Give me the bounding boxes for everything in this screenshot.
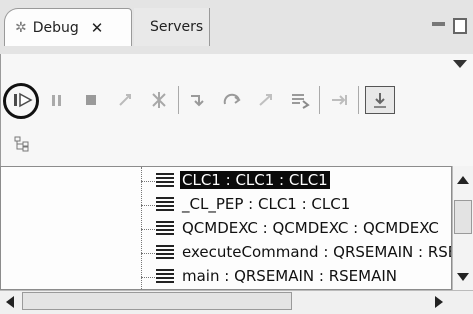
use-step-filters-button[interactable] xyxy=(326,87,352,113)
debug-stack-tree[interactable]: CLC1 : CLC1 : CLC1 _CL_PEP : CLC1 : CLC1… xyxy=(0,166,452,290)
minimize-icon[interactable] xyxy=(432,22,445,26)
terminate-button[interactable] xyxy=(78,87,104,113)
toolbar-separator xyxy=(178,86,179,114)
step-over-icon xyxy=(223,93,241,105)
scroll-down-arrow-icon[interactable] xyxy=(457,273,469,281)
debug-toolbar xyxy=(10,80,403,120)
tree-guide-line xyxy=(141,277,155,278)
stack-frame-label: executeCommand : QRSEMAIN : RSEMA xyxy=(182,243,452,261)
view-menu-chevron-down-icon[interactable] xyxy=(453,60,467,68)
scroll-right-arrow-icon[interactable] xyxy=(435,296,443,308)
step-into-button[interactable] xyxy=(185,87,211,113)
show-tree-icon[interactable] xyxy=(14,136,30,156)
tab-servers-label: Servers xyxy=(150,19,204,35)
suspend-icon xyxy=(52,95,61,106)
disconnect-button[interactable] xyxy=(112,87,138,113)
step-return-button[interactable] xyxy=(253,87,279,113)
terminate-icon xyxy=(86,95,96,105)
tree-guide-line xyxy=(141,253,155,254)
stack-frame-icon xyxy=(156,221,174,235)
stack-frame-row[interactable]: main : QRSEMAIN : RSEMAIN xyxy=(156,265,399,287)
step-filters-icon xyxy=(332,95,347,105)
tab-debug-label: Debug xyxy=(32,19,79,36)
stack-frame-row[interactable]: executeCommand : QRSEMAIN : RSEMA xyxy=(156,241,452,263)
stack-frame-label: _CL_PEP : CLC1 : CLC1 xyxy=(182,195,351,213)
toolbar-separator xyxy=(358,86,359,114)
tab-servers[interactable]: Servers xyxy=(134,8,210,46)
stack-frame-icon xyxy=(156,197,174,211)
stack-frame-row[interactable]: _CL_PEP : CLC1 : CLC1 xyxy=(156,193,352,215)
drop-to-frame-icon xyxy=(292,94,310,109)
suspend-button[interactable] xyxy=(44,87,70,113)
stack-frame-label: main : QRSEMAIN : RSEMAIN xyxy=(182,267,398,285)
stack-frame-label: QCMDEXC : QCMDEXC : QCMDEXC xyxy=(182,219,439,237)
scroll-left-arrow-icon[interactable] xyxy=(6,296,14,308)
scroll-up-arrow-icon[interactable] xyxy=(457,176,469,184)
stack-frame-row[interactable]: QCMDEXC : QCMDEXC : QCMDEXC xyxy=(156,217,441,239)
debug-bug-icon: ✲ xyxy=(15,19,27,36)
vertical-scroll-thumb[interactable] xyxy=(454,200,472,234)
tree-guide-line xyxy=(141,205,155,206)
close-icon[interactable]: ✕ xyxy=(91,19,104,37)
remove-terminated-button[interactable] xyxy=(146,87,172,113)
maximize-icon[interactable] xyxy=(453,18,467,34)
resume-highlight-circle xyxy=(3,83,39,119)
stack-frame-icon xyxy=(156,173,174,187)
drop-to-frame-button[interactable] xyxy=(287,87,313,113)
remove-all-terminated-icon xyxy=(152,92,166,108)
stack-frame-label: CLC1 : CLC1 : CLC1 xyxy=(180,171,330,189)
step-over-button[interactable] xyxy=(219,87,245,113)
horizontal-scroll-thumb[interactable] xyxy=(22,292,292,310)
step-return-icon xyxy=(259,94,272,106)
step-into-icon xyxy=(191,95,204,107)
stack-frame-row[interactable]: CLC1 : CLC1 : CLC1 xyxy=(156,169,330,191)
stack-frame-icon xyxy=(156,269,174,283)
stack-frame-icon xyxy=(156,245,174,259)
tree-guide-line xyxy=(141,181,155,182)
toolbar-separator xyxy=(319,86,320,114)
instruction-stepping-icon xyxy=(374,93,386,108)
tree-guide-line xyxy=(141,229,155,230)
disconnect-icon xyxy=(119,94,131,106)
instruction-stepping-toggle[interactable] xyxy=(365,86,395,114)
tab-debug[interactable]: ✲ Debug ✕ xyxy=(4,8,132,46)
